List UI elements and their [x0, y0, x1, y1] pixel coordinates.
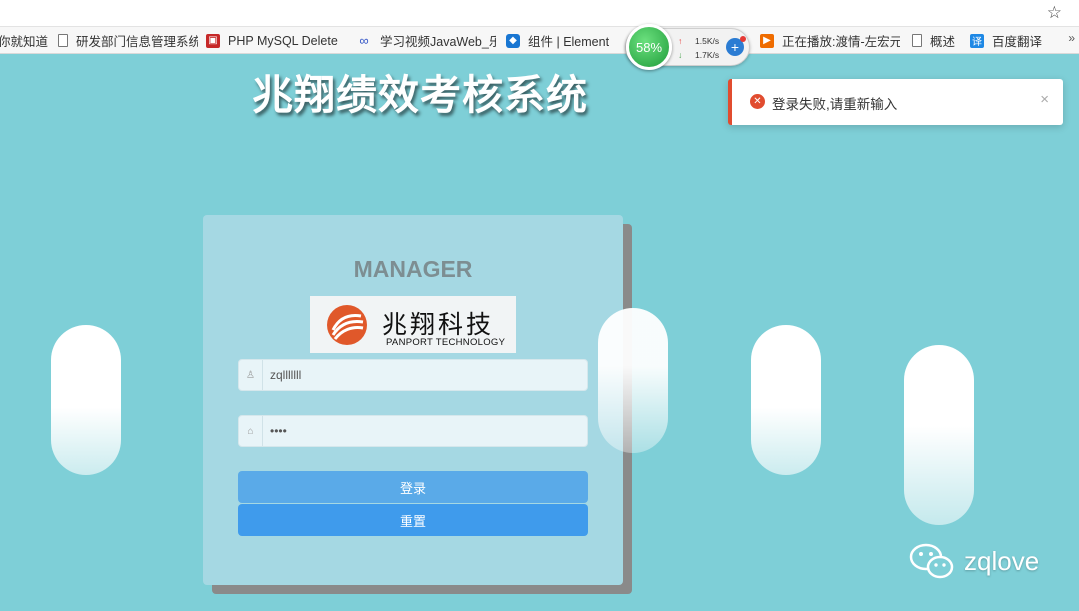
- bookmark-label: 概述: [930, 35, 956, 49]
- bookmark-item-5[interactable]: ◆ 组件 | Element: [506, 27, 609, 54]
- bookmark-item-1[interactable]: 你就知道: [0, 27, 48, 54]
- watermark: zqlove: [908, 541, 1039, 581]
- more-bookmarks-icon[interactable]: »: [1068, 31, 1075, 45]
- login-button[interactable]: 登录: [238, 471, 588, 503]
- bookmark-label: PHP MySQL Delete: [228, 33, 338, 48]
- user-icon: ♙: [239, 360, 263, 390]
- lock-icon: ⌂: [239, 416, 263, 446]
- memory-percent-badge: 58%: [626, 24, 672, 70]
- download-speed: ↓ 1.7K/s: [678, 50, 719, 60]
- bookmark-label: 正在播放:渡情-左宏元: [782, 35, 900, 49]
- bookmark-item-3[interactable]: ▣ PHP MySQL Delete: [206, 27, 338, 54]
- element-icon: ◆: [506, 33, 520, 48]
- bookmark-label: 你就知道: [0, 35, 49, 49]
- upload-speed-value: 1.5K/s: [695, 36, 720, 46]
- page-icon: [58, 34, 68, 47]
- page-title: 兆翔绩效考核系统: [252, 71, 588, 119]
- login-card: MANAGER 兆翔科技 PANPORT TECHNOLOGY ♙ zqllll…: [203, 215, 623, 585]
- network-monitor-widget[interactable]: 58% ↑ 1.5K/s ↓ 1.7K/s +: [625, 24, 750, 70]
- logo-english-name: PANPORT TECHNOLOGY: [386, 337, 506, 348]
- link-icon: ∞: [359, 33, 369, 48]
- reset-button[interactable]: 重置: [238, 504, 588, 536]
- download-speed-value: 1.7K/s: [695, 50, 720, 60]
- close-icon[interactable]: ×: [1040, 91, 1049, 108]
- notification-message: 登录失败,请重新输入: [772, 97, 898, 112]
- notification-dot: [740, 36, 746, 42]
- translate-icon: 译: [970, 33, 984, 48]
- download-arrow-icon: ↓: [678, 50, 683, 60]
- bookmark-item-6[interactable]: ▶ 正在播放:渡情-左宏元: [760, 27, 900, 54]
- decorative-pill: [51, 325, 121, 475]
- password-value: ••••: [270, 424, 287, 438]
- watermark-text: zqlove: [964, 545, 1040, 576]
- bookmark-item-4[interactable]: ∞ 学习视频JavaWeb_乐: [356, 27, 496, 54]
- page-icon: [912, 34, 922, 47]
- password-field[interactable]: ⌂ ••••: [238, 415, 588, 447]
- wechat-icon: [909, 543, 954, 579]
- decorative-pill: [904, 345, 974, 525]
- bookmark-star-icon[interactable]: ☆: [1047, 3, 1062, 23]
- username-field[interactable]: ♙ zqlllllll: [238, 359, 588, 391]
- bookmark-item-8[interactable]: 译 百度翻译: [970, 27, 1042, 54]
- bookmark-item-7[interactable]: 概述: [912, 27, 955, 54]
- plus-icon[interactable]: +: [726, 36, 746, 56]
- play-icon: ▶: [760, 33, 774, 48]
- logo-chinese-name: 兆翔科技: [382, 310, 495, 339]
- error-notification: ✕ 登录失败,请重新输入 ×: [728, 79, 1063, 125]
- bookmark-label: 百度翻译: [992, 35, 1043, 49]
- address-bar[interactable]: ☆: [0, 0, 1079, 27]
- bookmark-label: 组件 | Element: [528, 35, 610, 49]
- php-icon: ▣: [206, 33, 220, 48]
- upload-speed: ↑ 1.5K/s: [678, 36, 719, 46]
- company-logo: 兆翔科技 PANPORT TECHNOLOGY: [310, 296, 516, 353]
- error-icon: ✕: [750, 94, 765, 109]
- bookmarks-bar: 你就知道 研发部门信息管理系统 ▣ PHP MySQL Delete ∞ 学习视…: [0, 27, 1079, 54]
- bookmark-label: 研发部门信息管理系统: [76, 35, 198, 49]
- username-value: zqlllllll: [270, 368, 302, 382]
- bookmark-label: 学习视频JavaWeb_乐: [380, 35, 496, 49]
- company-logo-mark-icon: [327, 305, 367, 345]
- bookmark-item-2[interactable]: 研发部门信息管理系统: [58, 27, 198, 54]
- card-heading: MANAGER: [353, 256, 473, 282]
- upload-arrow-icon: ↑: [678, 36, 683, 46]
- decorative-pill: [751, 325, 821, 475]
- plus-label: +: [730, 39, 740, 55]
- decorative-pill: [598, 308, 668, 453]
